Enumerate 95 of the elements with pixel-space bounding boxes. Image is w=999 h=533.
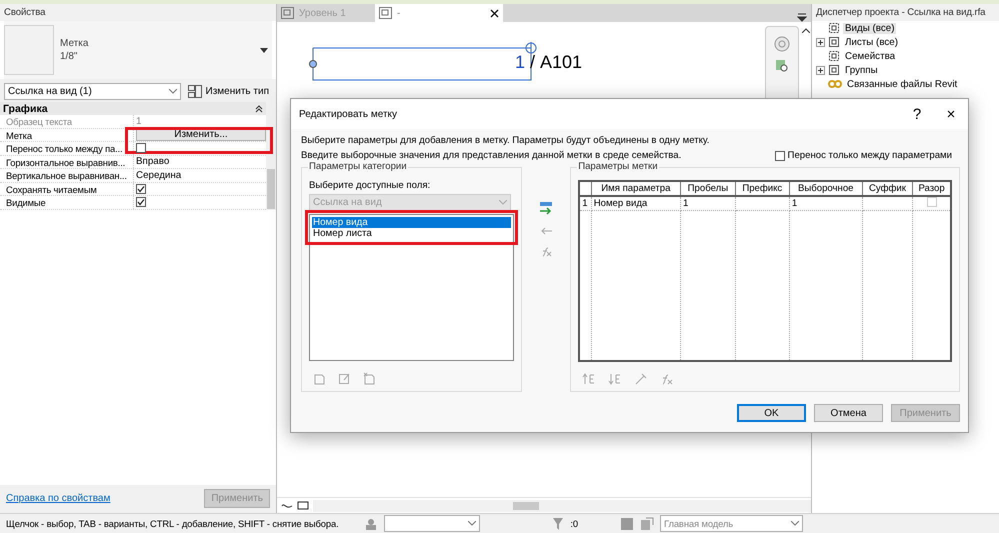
dropdown-caret-icon[interactable] xyxy=(260,48,268,52)
property-value: Середина xyxy=(136,170,182,181)
property-name: Видимые xyxy=(6,197,46,208)
scrollbar-thumb[interactable] xyxy=(513,502,539,510)
expand-icon[interactable] xyxy=(816,38,825,46)
filter-count: :0 xyxy=(570,518,578,529)
property-name: Сохранять читаемым xyxy=(6,184,97,194)
column-header: Пробелы xyxy=(680,181,736,196)
wheel-icon[interactable] xyxy=(773,35,791,53)
display-icon[interactable] xyxy=(297,500,309,510)
property-name: Вертикальное выравниван... xyxy=(6,170,127,181)
move-down-icon[interactable] xyxy=(608,372,622,384)
dialog-title: Редактировать метку xyxy=(299,108,398,120)
group-title: Параметры категории xyxy=(308,161,408,172)
panel-title: Диспетчер проекта - Ссылка на вид.rfa xyxy=(812,4,999,21)
dialog-button[interactable]: OK xyxy=(737,404,806,422)
move-up-icon[interactable] xyxy=(582,372,596,384)
dialog-button[interactable]: Отмена xyxy=(814,404,883,422)
tree-item[interactable]: Группы xyxy=(843,64,880,76)
property-value: 1 xyxy=(136,116,142,127)
column-header: Суффик xyxy=(862,181,913,196)
tree-item[interactable]: Виды (все) xyxy=(843,22,896,34)
property-checkbox[interactable] xyxy=(136,184,146,194)
property-name: Метка xyxy=(6,130,32,140)
collapse-icon[interactable] xyxy=(255,104,263,112)
property-checkbox[interactable] xyxy=(136,143,146,154)
table-cell: Номер вида xyxy=(591,196,681,210)
delete-parameter-icon[interactable] xyxy=(363,372,376,385)
instance-select[interactable]: Ссылка на вид (1) xyxy=(4,83,181,100)
column-header: Префикс xyxy=(735,181,790,196)
instruction-text: Выберите параметры для добавления в метку. Параметры будут объединены в одну метку. xyxy=(301,135,710,146)
caret-icon xyxy=(168,89,177,94)
caret-icon xyxy=(468,521,476,526)
help-button[interactable]: ? xyxy=(900,99,934,129)
type-name: Метка xyxy=(60,38,90,49)
folder-icon xyxy=(828,22,840,34)
break-checkbox[interactable] xyxy=(926,197,937,207)
instruction-text: Введите выборочные значения для представления данной метки в среде семейства. xyxy=(301,150,682,161)
property-name: Перенос только между па... xyxy=(6,143,122,154)
help-link[interactable]: Справка по свойствам xyxy=(6,493,110,504)
view-icon xyxy=(379,7,392,19)
table-cell: 1 xyxy=(789,196,862,210)
column-header: Выборочное xyxy=(789,181,862,196)
close-icon[interactable] xyxy=(490,8,499,18)
close-button[interactable]: × xyxy=(934,99,968,129)
zoom-icon[interactable] xyxy=(775,59,789,73)
tree-item[interactable]: Связанные файлы Revit xyxy=(845,78,960,90)
workset-select[interactable] xyxy=(384,515,480,532)
design-option-icon xyxy=(620,516,634,530)
menu-icon[interactable] xyxy=(797,13,807,22)
group-title: Параметры метки xyxy=(577,161,659,172)
status-hint: Щелчок - выбор, TAB - варианты, CTRL - добавление, SHIFT - снятие выбора. xyxy=(6,518,339,529)
row-number: 1 xyxy=(579,196,592,210)
property-checkbox[interactable] xyxy=(136,197,146,208)
column-header: Имя параметра xyxy=(591,181,681,196)
formula-icon[interactable] xyxy=(660,372,674,384)
group-header: Графика xyxy=(3,102,48,114)
type-size: 1/8" xyxy=(60,51,78,62)
wrap-checkbox[interactable] xyxy=(774,150,785,160)
checkbox-label: Перенос только между параметрами xyxy=(788,150,952,161)
field-label: Выберите доступные поля: xyxy=(309,180,432,191)
caret-icon xyxy=(499,200,507,205)
panel-title: Свойства xyxy=(0,4,276,21)
editable-icon xyxy=(640,516,654,530)
table-cell: 1 xyxy=(680,196,736,210)
filter-icon xyxy=(552,516,564,530)
expand-icon[interactable] xyxy=(816,66,825,74)
property-name: Образец текста xyxy=(6,116,72,127)
link-icon xyxy=(828,80,842,88)
tree-item[interactable]: Семейства xyxy=(843,50,898,62)
scroll-up-icon[interactable] xyxy=(802,28,810,33)
view-icon xyxy=(281,7,294,19)
property-value: Вправо xyxy=(136,156,170,168)
view-tab[interactable]: - xyxy=(375,4,503,22)
edit-type-icon xyxy=(188,85,202,98)
folder-icon xyxy=(828,50,840,62)
folder-icon xyxy=(828,64,840,76)
view-number: 1 xyxy=(515,52,526,73)
workset-icon xyxy=(364,516,378,530)
add-arrow-icon[interactable] xyxy=(539,201,554,215)
new-parameter-icon[interactable] xyxy=(313,372,326,385)
property-name: Горизонтальное выравнив... xyxy=(6,156,126,168)
formula-icon[interactable] xyxy=(540,247,552,257)
edit-icon[interactable] xyxy=(634,372,648,384)
model-select[interactable]: Главная модель xyxy=(660,515,803,532)
remove-arrow-icon[interactable] xyxy=(540,227,552,235)
edit-parameter-icon[interactable] xyxy=(338,372,351,385)
field-item[interactable]: Номер вида xyxy=(312,217,512,228)
edit-type-button[interactable]: Изменить тип xyxy=(184,83,272,100)
sheet-number: A101 xyxy=(540,52,582,73)
scrollbar-thumb[interactable] xyxy=(267,168,275,208)
folder-icon xyxy=(828,36,840,48)
field-item[interactable]: Номер листа xyxy=(312,228,512,239)
tree-item[interactable]: Листы (все) xyxy=(843,36,900,48)
caret-icon xyxy=(791,521,799,526)
